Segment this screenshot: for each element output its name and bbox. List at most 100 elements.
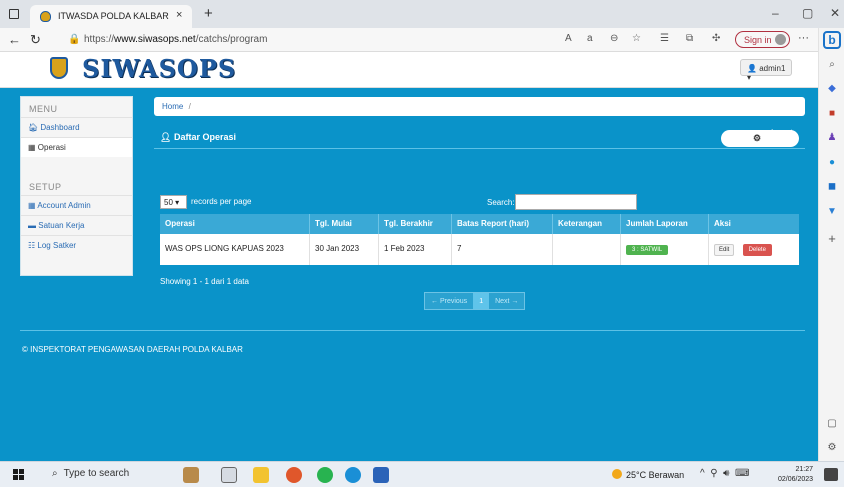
clock-time: 21:27 [795,466,814,473]
task-view-icon[interactable] [221,467,237,483]
outlook-icon[interactable]: ◼ [826,181,838,193]
zoom-icon[interactable]: ⊖ [610,33,618,44]
input-button-label: Input [771,128,793,138]
logo-icon [50,57,68,79]
page-button[interactable]: 1 [473,293,490,309]
file-explorer-icon[interactable] [253,467,269,483]
taskbar-search[interactable]: ⌕ Type to search [46,468,129,479]
sidebar-item-label: Operasi [37,143,66,152]
settings-icon[interactable]: ⚙ [826,442,838,454]
browser-tab[interactable]: ITWASDA POLDA KALBAR × [30,5,192,28]
new-tab-button[interactable]: + [204,5,213,22]
page-length-value: 50 [164,198,173,207]
tools-icon[interactable]: ♟ [826,132,838,144]
add-icon[interactable]: + [826,232,838,245]
browser-tab-bar: ITWASDA POLDA KALBAR × + – ▢ ✕ [0,0,844,28]
drop-icon[interactable]: ▼ [826,206,838,218]
footer-divider [20,330,805,331]
taskbar: ⌕ Type to search 25°C Berawan ^ ⚲ 🔊︎ ⌨ 21… [0,461,844,487]
weather-widget[interactable]: 25°C Berawan [612,469,684,480]
chevron-down-icon: ▾ [175,198,180,207]
office-icon[interactable] [286,467,302,483]
taskbar-search-placeholder: Type to search [63,468,130,479]
satwil-badge[interactable]: 3 : SATWIL [626,245,669,255]
tab-close-icon[interactable]: × [176,9,182,21]
translate-icon[interactable]: a [587,33,593,44]
windows-start-icon[interactable] [13,469,25,481]
collections-icon[interactable]: ⧉ [686,33,693,44]
close-window-button[interactable]: ✕ [830,6,840,20]
search-icon[interactable]: ⌕ [826,59,838,71]
column-header[interactable]: Tgl. Berakhir [379,214,452,234]
favorite-icon[interactable]: ☆ [632,33,641,44]
next-page-button[interactable]: Next → [489,293,525,309]
back-icon[interactable]: ← [8,32,21,47]
tag-icon[interactable]: ◆ [826,83,838,95]
column-header[interactable]: Jumlah Laporan [621,214,709,234]
search-input[interactable] [515,194,637,210]
site-title[interactable]: SIWASOPS [82,54,236,83]
minimize-button[interactable]: – [772,6,779,20]
favorites-bar-icon[interactable]: ☰ [660,33,669,44]
whatsapp-icon[interactable] [317,467,333,483]
column-header[interactable]: Tgl. Mulai [310,214,379,234]
cell-tgl-berakhir: 1 Feb 2023 [379,234,452,265]
cell-operasi: WAS OPS LIONG KAPUAS 2023 [160,234,310,265]
extensions-icon[interactable]: ✣ [712,33,720,44]
games-icon[interactable]: ● [826,157,838,169]
delete-button[interactable]: Delete [742,244,772,256]
sidebar-item-account-admin[interactable]: ▦ Account Admin [21,195,132,215]
window-menu-icon[interactable] [9,9,19,19]
sidebar-item-label: Log Satker [37,241,77,250]
url-field[interactable]: https://www.siwasops.net/catchs/program [84,34,267,45]
home-icon: 🏠︎ [28,123,39,132]
sidebar-item-dashboard[interactable]: 🏠︎ Dashboard [21,117,132,137]
edge-icon[interactable] [345,467,361,483]
notification-icon[interactable] [824,468,838,481]
refresh-icon[interactable]: ↻ [30,32,41,48]
page-length-label: records per page [191,197,252,206]
divider [154,148,805,149]
cell-tgl-mulai: 30 Jan 2023 [310,234,379,265]
site-favicon-icon [40,11,51,22]
page-title-text: Daftar Operasi [173,132,236,142]
lock-icon[interactable]: 🔒 [68,34,80,45]
sidebar-toggle-icon[interactable]: ▢ [826,418,838,430]
clock[interactable]: 21:27 02/06/2023 [778,465,813,485]
remote-desktop-icon[interactable] [373,467,389,483]
address-bar: ← ↻ 🔒 https://www.siwasops.net/catchs/pr… [0,28,844,52]
column-header[interactable]: Batas Report (hari) [452,214,553,234]
grid-icon: ▦ [28,201,36,210]
sidebar: MENU 🏠︎ Dashboard ▦ Operasi SETUP ▦ Acco… [20,96,133,276]
breadcrumb: Home / [154,97,805,116]
column-header[interactable]: Operasi [160,214,310,234]
bing-icon[interactable]: b [823,31,841,49]
edit-button[interactable]: Edit [714,244,735,256]
search-label: Search: [487,198,515,207]
sidebar-item-label: Dashboard [40,123,80,132]
breadcrumb-separator: / [188,102,191,111]
site-header: SIWASOPS 👤 admin1 ▾ [0,52,818,88]
sidebar-item-operasi[interactable]: ▦ Operasi [21,137,132,157]
table-info: Showing 1 - 1 dari 1 data [160,277,249,286]
sidebar-item-log-satker[interactable]: ☷ Log Satker [21,235,132,255]
grid-icon: ▦ [28,143,36,152]
page-length-select[interactable]: 50 ▾ [160,195,187,209]
breadcrumb-home-link[interactable]: Home [162,102,183,111]
shopping-icon[interactable]: ■ [826,108,838,120]
column-header[interactable]: Keterangan [553,214,621,234]
column-header[interactable]: Aksi [709,214,799,234]
previous-page-button[interactable]: ← Previous [425,293,474,309]
more-menu-icon[interactable]: ··· [798,32,809,44]
system-tray[interactable]: ^ ⚲ 🔊︎ ⌨ [700,468,749,479]
sidebar-item-satuan-kerja[interactable]: ▬ Satuan Kerja [21,215,132,235]
caret-down-icon: ▾ [747,73,752,82]
read-aloud-icon[interactable]: A [565,33,572,44]
sign-in-label: Sign in [744,35,772,45]
user-menu-button[interactable]: 👤 admin1 ▾ [740,59,792,82]
restore-button[interactable]: ▢ [802,6,813,20]
input-button[interactable]: ⚙ Input [721,128,799,147]
app-icon[interactable] [183,467,199,483]
sign-in-button[interactable]: Sign in [735,31,790,48]
